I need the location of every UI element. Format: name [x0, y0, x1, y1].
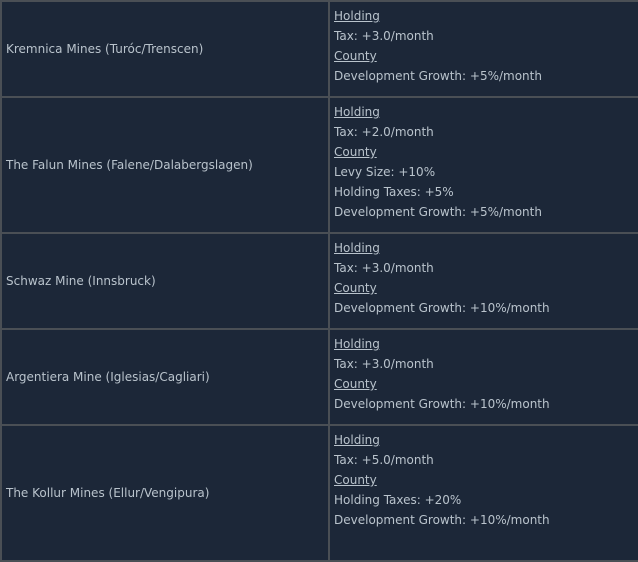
county-effect: Development Growth: +10%/month [334, 301, 550, 315]
table-row: Kremnica Mines (Turóc/Trenscen) Holding … [0, 0, 638, 98]
county-section-label: County [334, 281, 377, 295]
county-section-label: County [334, 145, 377, 159]
county-effect: Levy Size: +10% [334, 165, 436, 179]
mine-effects-cell: Holding Tax: +5.0/month County Holding T… [328, 424, 638, 562]
table-row: Schwaz Mine (Innsbruck) Holding Tax: +3.… [0, 232, 638, 330]
county-section-label: County [334, 377, 377, 391]
holding-section-label: Holding [334, 433, 380, 447]
holding-effect: Tax: +3.0/month [334, 29, 434, 43]
county-section-label: County [334, 473, 377, 487]
county-effect: Holding Taxes: +5% [334, 185, 454, 199]
mine-name: Kremnica Mines (Turóc/Trenscen) [6, 42, 204, 56]
mine-name-cell: The Falun Mines (Falene/Dalabergslagen) [0, 96, 330, 234]
county-effect: Development Growth: +10%/month [334, 513, 550, 527]
mine-name-cell: Argentiera Mine (Iglesias/Cagliari) [0, 328, 330, 426]
holding-effect: Tax: +3.0/month [334, 357, 434, 371]
mines-table: Kremnica Mines (Turóc/Trenscen) Holding … [0, 0, 638, 562]
holding-section-label: Holding [334, 105, 380, 119]
holding-section-label: Holding [334, 337, 380, 351]
mine-name-cell: Kremnica Mines (Turóc/Trenscen) [0, 0, 330, 98]
holding-section-label: Holding [334, 241, 380, 255]
county-effect: Development Growth: +5%/month [334, 205, 542, 219]
county-effect: Development Growth: +5%/month [334, 69, 542, 83]
holding-effect: Tax: +3.0/month [334, 261, 434, 275]
mine-effects-cell: Holding Tax: +3.0/month County Developme… [328, 232, 638, 330]
mine-name-cell: Schwaz Mine (Innsbruck) [0, 232, 330, 330]
mines-table-container: Kremnica Mines (Turóc/Trenscen) Holding … [0, 0, 638, 562]
mine-name-cell: The Kollur Mines (Ellur/Vengipura) [0, 424, 330, 562]
mine-name: Schwaz Mine (Innsbruck) [6, 274, 156, 288]
holding-effect: Tax: +2.0/month [334, 125, 434, 139]
table-row: The Kollur Mines (Ellur/Vengipura) Holdi… [0, 424, 638, 562]
mine-effects-cell: Holding Tax: +3.0/month County Developme… [328, 328, 638, 426]
table-row: The Falun Mines (Falene/Dalabergslagen) … [0, 96, 638, 234]
holding-effect: Tax: +5.0/month [334, 453, 434, 467]
mine-name: The Falun Mines (Falene/Dalabergslagen) [6, 158, 253, 172]
mine-name: Argentiera Mine (Iglesias/Cagliari) [6, 370, 210, 384]
mine-name: The Kollur Mines (Ellur/Vengipura) [6, 486, 210, 500]
table-row: Argentiera Mine (Iglesias/Cagliari) Hold… [0, 328, 638, 426]
holding-section-label: Holding [334, 9, 380, 23]
county-effect: Holding Taxes: +20% [334, 493, 462, 507]
mine-effects-cell: Holding Tax: +3.0/month County Developme… [328, 0, 638, 98]
county-effect: Development Growth: +10%/month [334, 397, 550, 411]
county-section-label: County [334, 49, 377, 63]
mine-effects-cell: Holding Tax: +2.0/month County Levy Size… [328, 96, 638, 234]
